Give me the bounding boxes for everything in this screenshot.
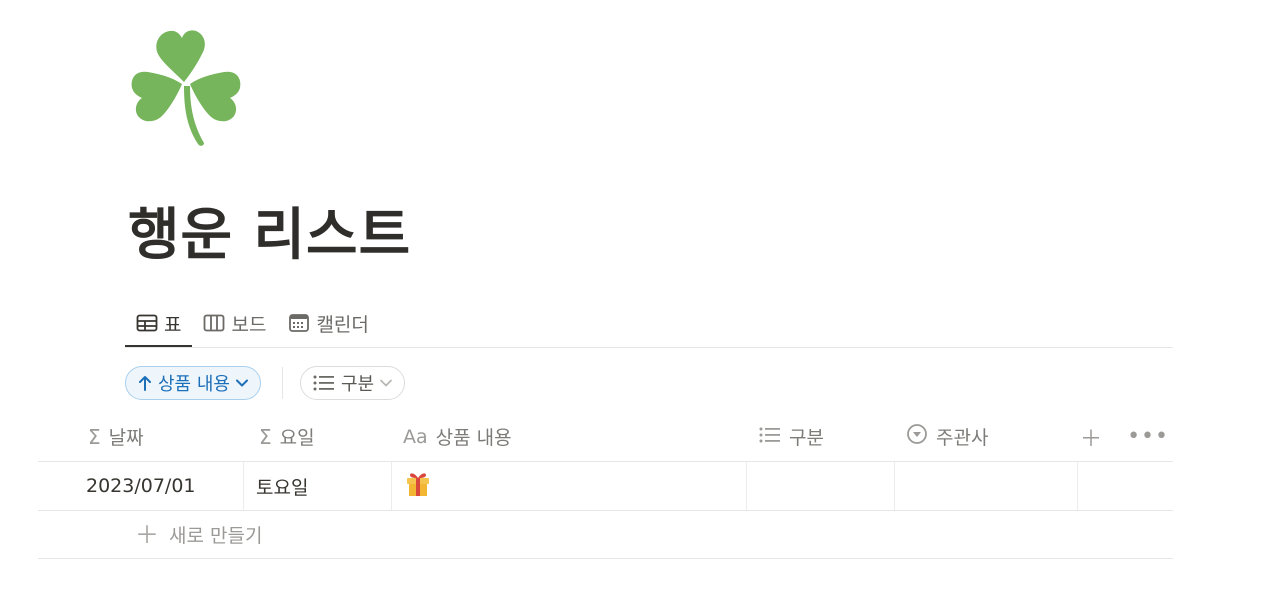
column-divider [746, 462, 747, 510]
tab-label: 보드 [231, 313, 267, 336]
column-divider [243, 462, 244, 510]
column-label: 주관사 [936, 427, 989, 449]
chevron-down-icon [380, 379, 392, 387]
plus-icon[interactable]: ＋ [1080, 421, 1103, 453]
table-row[interactable]: 2023/07/01 토요일 [38, 462, 1173, 511]
cell-weekday[interactable]: 토요일 [256, 462, 308, 510]
column-header-host[interactable]: 주관사 [906, 412, 988, 461]
tab-calendar[interactable]: 캘린더 [277, 300, 379, 346]
cell-date[interactable]: 2023/07/01 [86, 462, 196, 510]
cell-category[interactable] [758, 462, 894, 510]
tab-board[interactable]: 보드 [192, 300, 277, 346]
database-table: Σ 날짜 Σ 요일 Aa 상품 내용 구분 주관사 ＋ ••• 2023/07/… [38, 412, 1173, 559]
column-label: 요일 [279, 427, 315, 449]
column-divider [391, 462, 392, 510]
page: 행운 리스트 표 보드 캘린더 상품 내용 구분 Σ 날짜 Σ 요일 Aa 상품… [0, 0, 1280, 609]
column-divider [1077, 462, 1078, 510]
column-divider [894, 462, 895, 510]
view-tabs: 표 보드 캘린더 [125, 300, 380, 348]
cell-content[interactable] [404, 462, 432, 510]
plus-icon: ＋ [135, 520, 159, 549]
tab-label: 캘린더 [316, 313, 369, 336]
cell-host[interactable] [906, 462, 1076, 510]
table-icon [136, 312, 158, 334]
chip-separator [281, 367, 283, 399]
column-label: 날짜 [108, 427, 144, 449]
gift-icon [404, 471, 432, 502]
table-header-tools: ＋ ••• [1080, 412, 1173, 461]
list-icon [759, 426, 781, 448]
sort-chip[interactable]: 상품 내용 [125, 366, 261, 400]
calendar-icon [288, 312, 310, 334]
more-icon[interactable]: ••• [1127, 424, 1169, 449]
arrow-up-icon [138, 375, 152, 391]
four-leaf-clover-icon[interactable] [128, 26, 246, 148]
sigma-icon: Σ [259, 424, 272, 449]
tab-label: 표 [164, 313, 182, 336]
tabs-divider [125, 347, 1173, 348]
column-label: 구분 [789, 427, 824, 449]
column-header-date[interactable]: Σ 날짜 [88, 412, 144, 461]
filter-chip[interactable]: 구분 [299, 366, 406, 400]
column-label: 상품 내용 [435, 427, 512, 449]
list-icon [313, 375, 335, 391]
select-icon [906, 423, 928, 450]
board-icon [203, 312, 225, 334]
table-header: Σ 날짜 Σ 요일 Aa 상품 내용 구분 주관사 ＋ ••• [38, 412, 1173, 462]
page-title[interactable]: 행운 리스트 [128, 200, 411, 272]
chevron-down-icon [235, 379, 248, 387]
new-row-button[interactable]: ＋ 새로 만들기 [38, 511, 1173, 559]
sort-chip-label: 상품 내용 [158, 374, 230, 395]
tab-table[interactable]: 표 [125, 300, 193, 347]
new-row-label: 새로 만들기 [169, 525, 263, 547]
column-header-category[interactable]: 구분 [759, 412, 824, 461]
column-header-weekday[interactable]: Σ 요일 [259, 412, 315, 461]
filter-chip-label: 구분 [340, 374, 375, 395]
view-controls: 상품 내용 구분 [125, 366, 406, 400]
column-header-content[interactable]: Aa 상품 내용 [403, 412, 512, 461]
text-icon: Aa [403, 425, 428, 448]
sigma-icon: Σ [88, 424, 101, 449]
